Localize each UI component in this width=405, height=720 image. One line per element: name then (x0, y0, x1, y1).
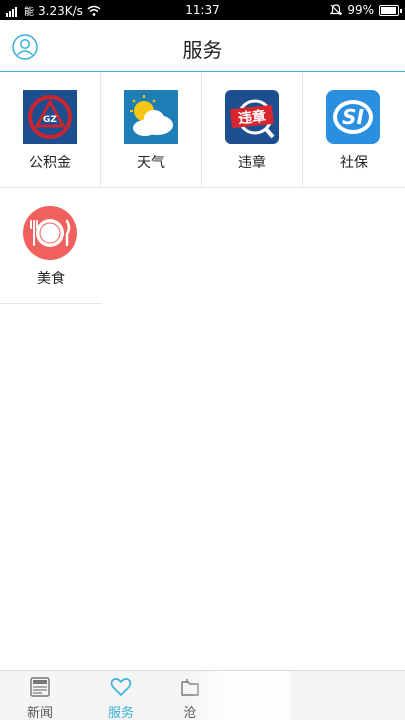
service-label: 社保 (340, 155, 368, 171)
service-row: 美食 (0, 188, 405, 304)
page-title: 服务 (182, 38, 223, 62)
service-food[interactable]: 美食 (0, 188, 102, 304)
svg-text:SI: SI (342, 105, 364, 129)
service-weather[interactable]: 天气 (101, 72, 202, 188)
service-label: 违章 (238, 155, 266, 171)
tab-label: 新闻 (26, 706, 53, 720)
battery-icon (379, 4, 402, 16)
status-right: 99% (330, 3, 402, 17)
heart-icon (110, 678, 132, 697)
service-label: 公积金 (29, 155, 71, 171)
battery-percent: 99% (347, 3, 374, 17)
bell-muted-icon (330, 4, 343, 16)
app-header: 服务 (0, 20, 405, 72)
service-grid: GZ 公积金 天气 违章 违章 SI 社保 美食 (0, 72, 405, 304)
service-label: 美食 (37, 271, 65, 287)
svg-text:GZ: GZ (43, 115, 57, 125)
weather-icon (124, 90, 178, 144)
bottom-nav: 新闻 服务 沧 (0, 670, 405, 720)
service-label: 天气 (137, 155, 165, 171)
tab-news[interactable]: 新闻 (5, 671, 75, 720)
tab-label: 服务 (107, 706, 134, 720)
svg-text:违章: 违章 (237, 108, 267, 128)
housing-fund-icon: GZ (23, 90, 77, 144)
service-housing-fund[interactable]: GZ 公积金 (0, 72, 101, 188)
service-row: GZ 公积金 天气 违章 违章 SI 社保 (0, 72, 405, 188)
social-security-icon: SI (326, 90, 380, 144)
tab-services[interactable]: 服务 (86, 671, 156, 720)
service-traffic-violation[interactable]: 违章 违章 (202, 72, 303, 188)
status-bar: 能 3.23K/s 11:37 99% (0, 0, 405, 20)
service-social-security[interactable]: SI 社保 (303, 72, 405, 188)
food-icon (23, 206, 77, 260)
traffic-violation-icon: 违章 (225, 90, 279, 144)
news-icon (30, 677, 50, 697)
nav-overlay (190, 671, 290, 720)
